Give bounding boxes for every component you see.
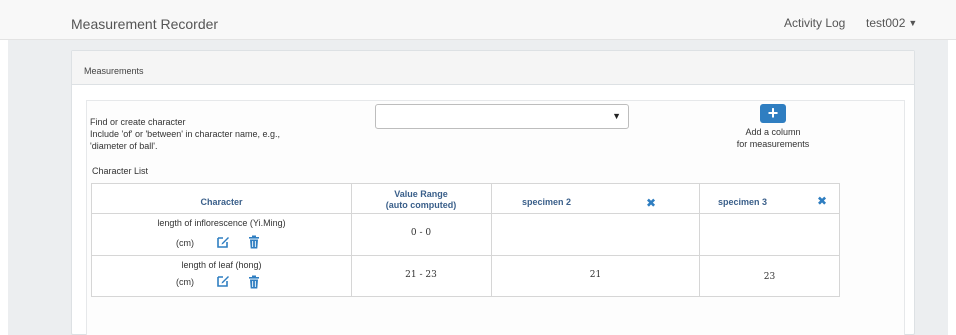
row-2-specimen-2-value[interactable]: 21	[492, 270, 699, 280]
caret-down-icon: ▼	[908, 18, 918, 28]
user-menu[interactable]: test002 ▼	[866, 16, 917, 30]
character-select[interactable]: ▼	[375, 104, 629, 129]
add-column-label: Add a column for measurements	[713, 126, 833, 150]
row-1-character-name: length of inflorescence (Yi.Ming)	[157, 218, 286, 228]
remove-specimen-2-close-icon[interactable]: ✖	[646, 196, 656, 210]
row-2-value-range: 21 - 23	[405, 270, 437, 280]
username: test002	[866, 16, 906, 30]
row-2-character-name: length of leaf (hong)	[181, 260, 262, 270]
column-header-character: Character	[200, 197, 243, 207]
value-range-line1: Value Range	[394, 189, 448, 199]
column-header-specimen-3: specimen 3	[718, 197, 768, 207]
row-2-trash-icon[interactable]	[248, 275, 260, 289]
value-range-line2: (auto computed)	[385, 200, 457, 210]
add-column-label-line1: Add a column	[745, 127, 801, 137]
row-1-edit-icon[interactable]	[216, 235, 230, 249]
row-2-unit: (cm)	[176, 277, 194, 287]
row-divider	[92, 255, 839, 256]
character-list-label: Character List	[92, 166, 149, 176]
row-2-specimen-3-value[interactable]: 23	[700, 272, 839, 282]
find-character-label: Find or create character Include 'of' or…	[90, 116, 350, 152]
column-header-specimen-2: specimen 2	[522, 197, 572, 207]
column-header-value-range: Value Range (auto computed)	[351, 189, 491, 211]
row-1-trash-icon[interactable]	[248, 235, 260, 249]
character-table: Character Value Range (auto computed) sp…	[91, 183, 840, 297]
row-1-unit: (cm)	[176, 238, 194, 248]
add-column-button[interactable]: +	[760, 104, 786, 123]
panel-heading: Measurements	[72, 51, 914, 85]
find-label-line3: 'diameter of ball'.	[90, 141, 158, 151]
dropdown-arrow-icon: ▼	[612, 111, 621, 121]
find-label-line2: Include 'of' or 'between' in character n…	[90, 129, 280, 139]
row-2-edit-icon[interactable]	[216, 274, 230, 288]
panel-title: Measurements	[84, 66, 144, 76]
activity-log-link[interactable]: Activity Log	[784, 16, 845, 30]
row-1-value-range: 0 - 0	[410, 228, 432, 238]
row-divider	[92, 213, 839, 214]
find-label-line1: Find or create character	[90, 117, 186, 127]
add-column-label-line2: for measurements	[736, 139, 810, 149]
plus-icon: +	[767, 103, 779, 123]
remove-specimen-3-close-icon[interactable]: ✖	[817, 194, 827, 208]
app-title[interactable]: Measurement Recorder	[71, 16, 218, 32]
